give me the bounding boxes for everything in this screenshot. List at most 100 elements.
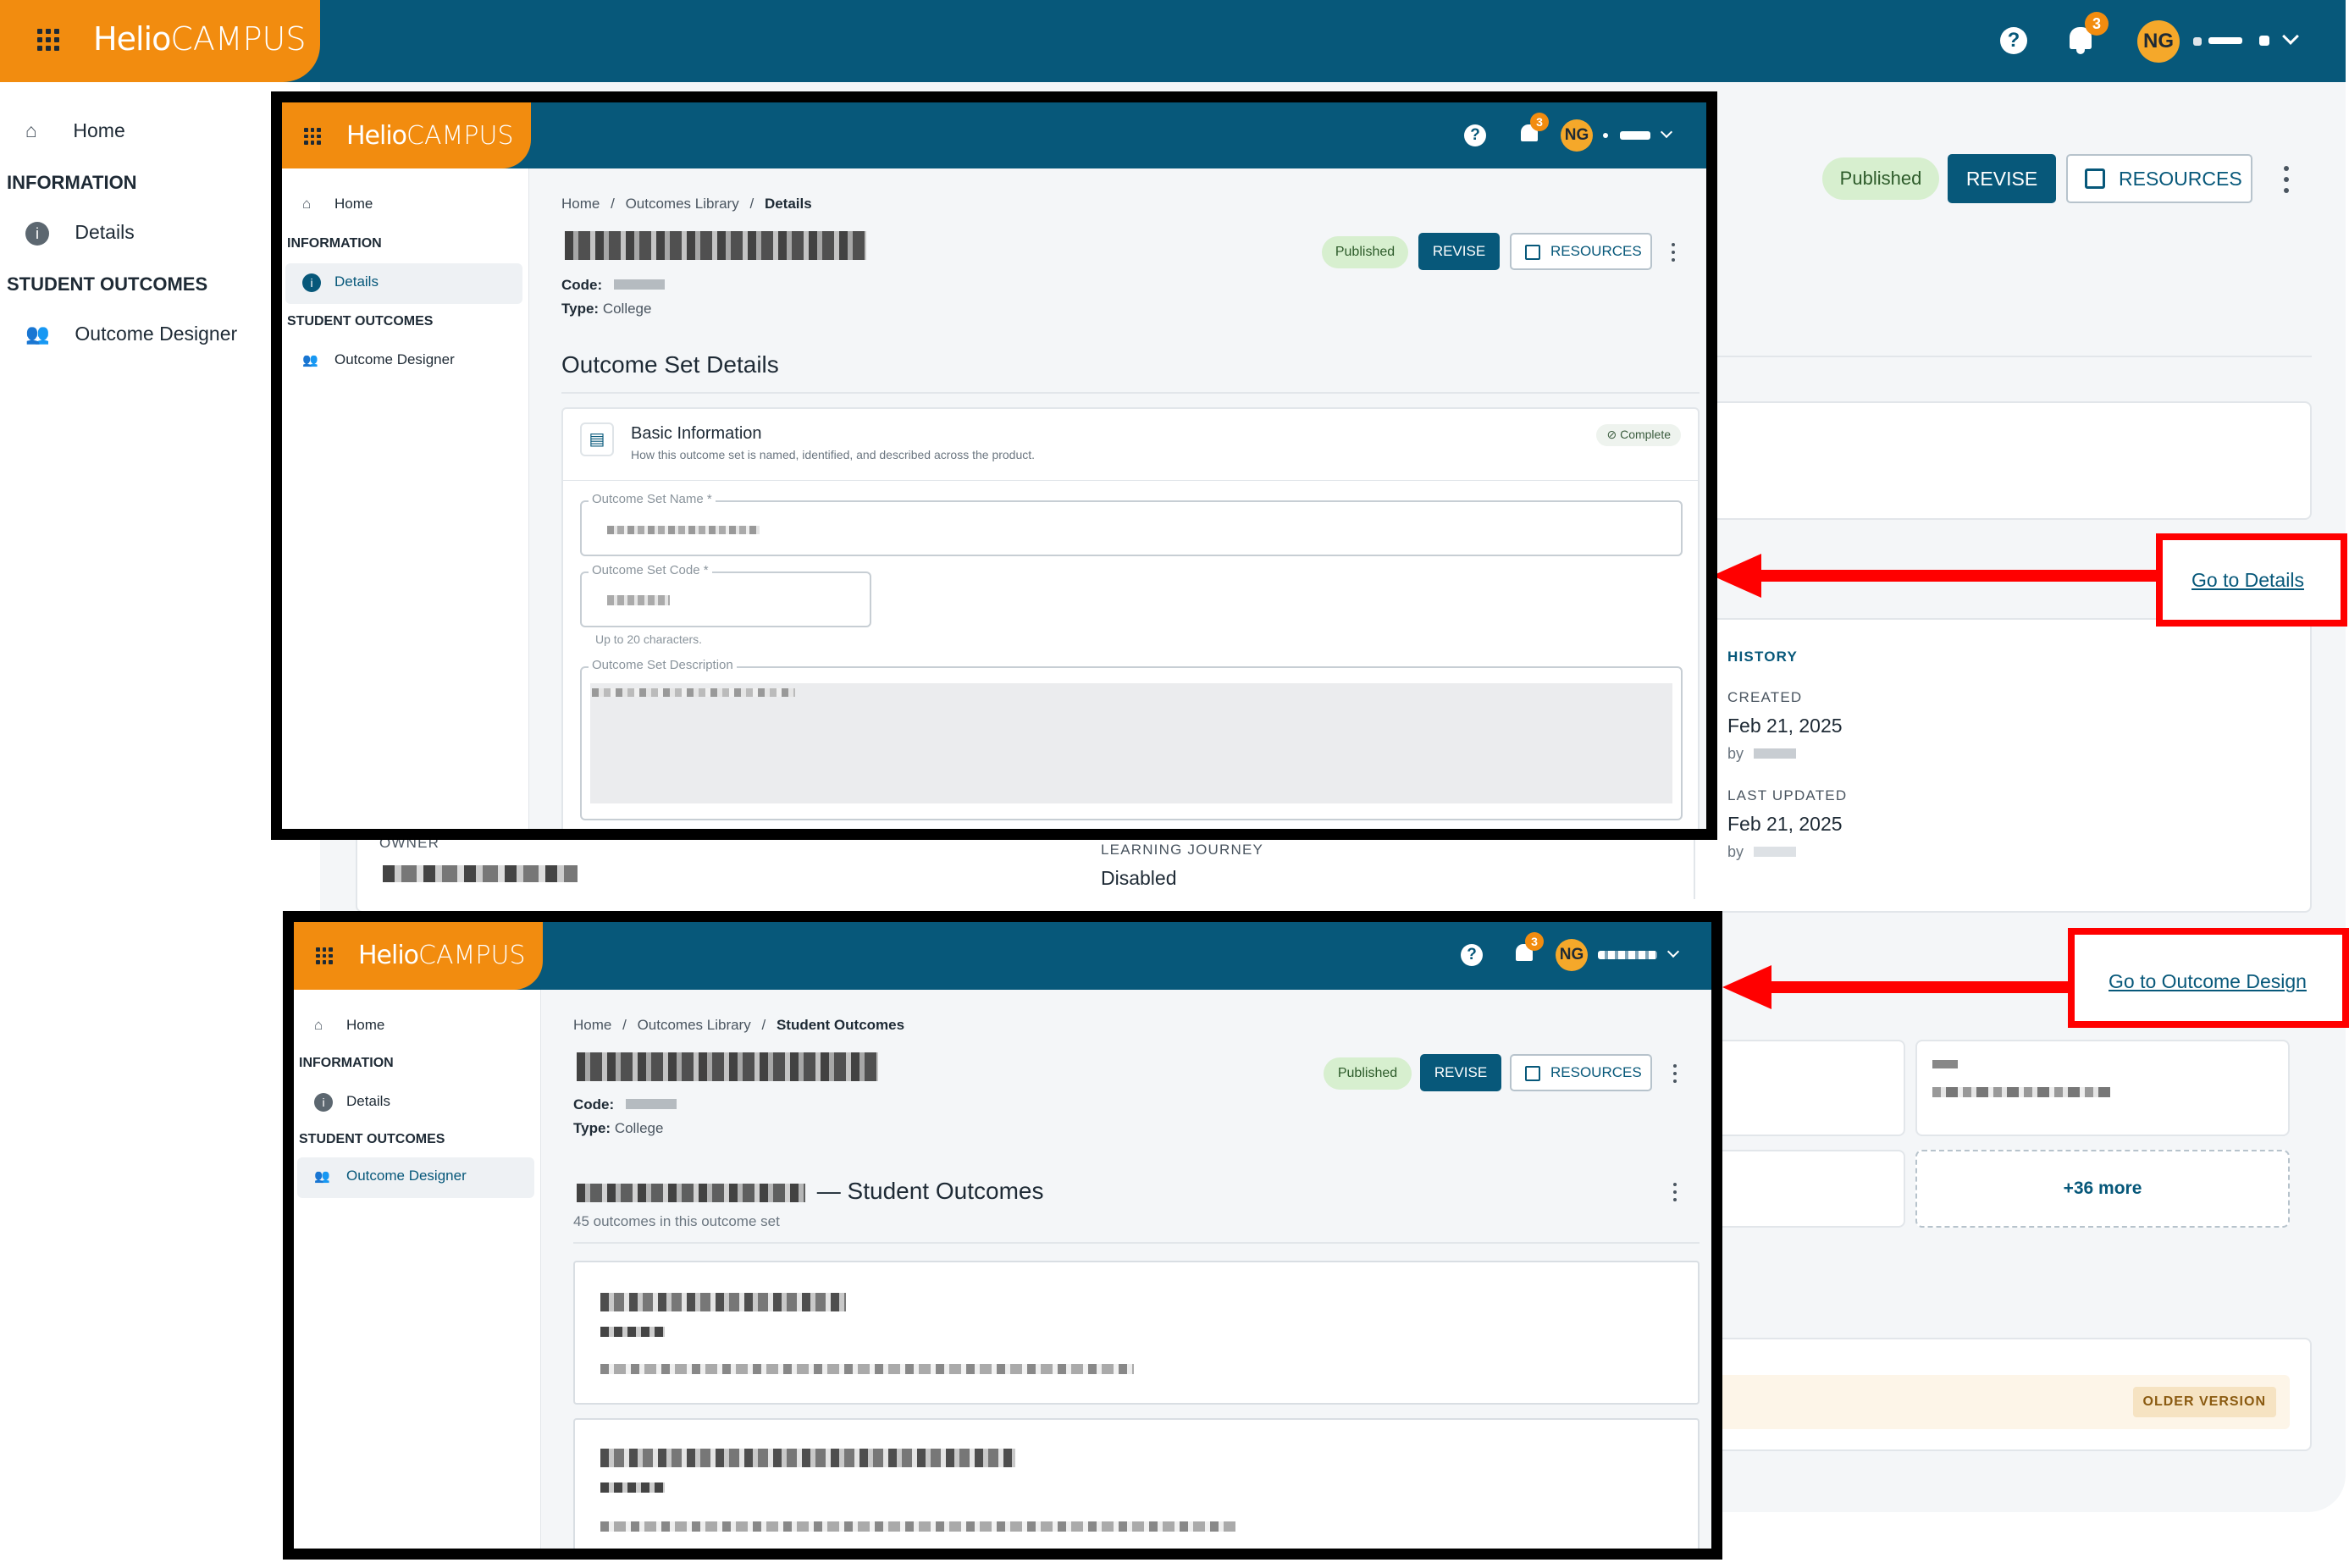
outcome-designer-inset: HelioCAMPUS ? 3 NG ⌂ Home INFORMATION i De… [283,911,1722,1560]
more-options-icon[interactable] [1672,1064,1677,1083]
more-outcomes-tile[interactable]: +36 more [1915,1150,2290,1228]
revise-button[interactable]: REVISE [1420,1054,1501,1091]
app-grid-icon[interactable] [304,128,321,145]
sidebar-item-details[interactable]: i Details [314,1093,390,1112]
outcome-code-redacted [600,1327,665,1337]
revise-button[interactable]: REVISE [1418,233,1500,270]
older-version-row: OLDER VERSION [1702,1375,2290,1429]
check-circle-icon: ⊘ [1606,428,1617,441]
section-more-options-icon[interactable] [1672,1183,1677,1201]
user-name-redacted [2259,36,2269,46]
description-textarea[interactable] [590,683,1672,803]
outcome-set-description-field[interactable] [580,666,1683,820]
details-card [1685,401,2312,520]
code-row: Code: [573,1096,677,1113]
inset-top-app-bar: HelioCAMPUS ? 3 NG [282,102,1706,168]
resources-icon [1525,245,1540,260]
sidebar-item-details[interactable]: i Details [25,221,135,246]
more-options-icon[interactable] [2283,166,2290,193]
user-avatar[interactable]: NG [1561,119,1593,152]
user-menu-chevron-icon[interactable] [1666,945,1680,958]
outcome-count: 45 outcomes in this outcome set [573,1213,780,1229]
home-icon: ⌂ [314,1017,323,1033]
breadcrumb-home[interactable]: Home [573,1017,611,1033]
breadcrumb-current: Details [764,196,812,212]
section-divider [573,1242,1700,1244]
name-value-redacted [607,526,760,534]
outcome-tile[interactable] [1694,1150,1905,1228]
inset-brand-logo-block: HelioCAMPUS [294,922,543,990]
outcome-card[interactable] [573,1418,1700,1549]
details-view-inset: HelioCAMPUS ? 3 NG ⌂ Home INFORMATION i De… [271,91,1717,840]
app-grid-icon[interactable] [316,947,333,964]
code-value-redacted [614,279,666,290]
breadcrumb-outcomes-library[interactable]: Outcomes Library [626,196,739,212]
outcome-description-redacted [600,1364,1134,1374]
sidebar-item-home[interactable]: ⌂ Home [314,1017,384,1034]
user-menu-chevron-icon[interactable] [1660,125,1673,139]
sidebar-item-home[interactable]: ⌂ Home [302,196,373,213]
outcome-tile[interactable] [1915,1040,2290,1136]
notification-count-badge: 3 [1530,113,1549,131]
brand-logo: HelioCAMPUS [346,121,514,151]
created-label: CREATED [1727,689,1803,705]
sidebar-heading-information: INFORMATION [299,1056,394,1070]
sidebar-item-outcome-designer[interactable]: 👥 Outcome Designer [314,1168,467,1184]
breadcrumb-outcomes-library[interactable]: Outcomes Library [638,1017,751,1033]
sidebar-item-home[interactable]: ⌂ Home [25,119,125,142]
help-icon[interactable]: ? [1464,124,1486,146]
breadcrumb-home[interactable]: Home [561,196,600,212]
inset-sidebar: ⌂ Home INFORMATION i Details STUDENT OUTCO… [282,168,529,829]
top-app-bar: HelioCAMPUS ? 3 NG [0,0,2346,82]
outcome-tile-redacted [1932,1087,2110,1097]
inset-brand-logo-block: HelioCAMPUS [282,102,531,168]
outcome-set-name-field[interactable] [580,500,1683,556]
complete-badge: ⊘ Complete [1596,424,1681,446]
history-heading: HISTORY [1727,649,1799,665]
outcome-tile[interactable] [1694,1040,1905,1136]
go-to-details-link[interactable]: Go to Details [2191,569,2304,592]
brand-logo: HelioCAMPUS [93,20,307,58]
user-name-redacted [1598,951,1657,959]
outcome-title-redacted [600,1449,1015,1467]
user-avatar[interactable]: NG [2137,20,2180,63]
arrow-to-details-head [1712,554,1761,598]
outcome-card[interactable] [573,1261,1700,1405]
card-divider [563,480,1698,481]
outcome-set-code-field[interactable] [580,571,871,627]
go-to-outcome-design-link[interactable]: Go to Outcome Design [2109,970,2307,993]
last-updated-value: Feb 21, 2025 [1727,813,1843,835]
help-icon[interactable]: ? [1461,944,1483,966]
more-outcomes-label: +36 more [2063,1179,2142,1198]
resources-button[interactable]: RESOURCES [2066,154,2252,203]
sidebar-item-details[interactable]: i Details [302,273,379,292]
people-icon: 👥 [302,353,318,367]
code-value-redacted [626,1099,677,1109]
status-badge: Published [1324,1057,1412,1090]
resources-button[interactable]: RESOURCES [1510,233,1652,270]
learning-journey-value: Disabled [1101,867,1177,889]
section-title: Outcome Set Details [561,351,779,378]
older-version-badge: OLDER VERSION [2132,1387,2276,1417]
app-grid-icon[interactable] [37,29,59,51]
resources-button[interactable]: RESOURCES [1510,1054,1652,1091]
outcome-code-redacted [600,1482,665,1493]
user-avatar[interactable]: NG [1556,939,1588,971]
resources-icon [1525,1066,1540,1081]
user-menu-chevron-icon[interactable] [2282,28,2299,45]
status-badge: Published [1322,236,1408,268]
info-icon: i [302,273,321,292]
basic-information-title: Basic Information [631,424,762,443]
sidebar-item-outcome-designer[interactable]: 👥 Outcome Designer [25,323,237,345]
user-name-redacted [2193,37,2202,46]
outcome-set-title-redacted [565,231,866,260]
more-options-icon[interactable] [1671,243,1676,262]
revise-button[interactable]: REVISE [1948,154,2056,203]
outcome-title-redacted [600,1293,846,1311]
sidebar-item-outcome-designer[interactable]: 👥 Outcome Designer [302,351,455,368]
help-icon[interactable]: ? [2000,27,2027,54]
brand-logo-block: HelioCAMPUS [0,0,320,82]
sidebar-heading-information: INFORMATION [287,236,382,251]
resources-icon [2085,168,2105,189]
outcome-set-name-label: Outcome Set Name * [589,492,716,506]
